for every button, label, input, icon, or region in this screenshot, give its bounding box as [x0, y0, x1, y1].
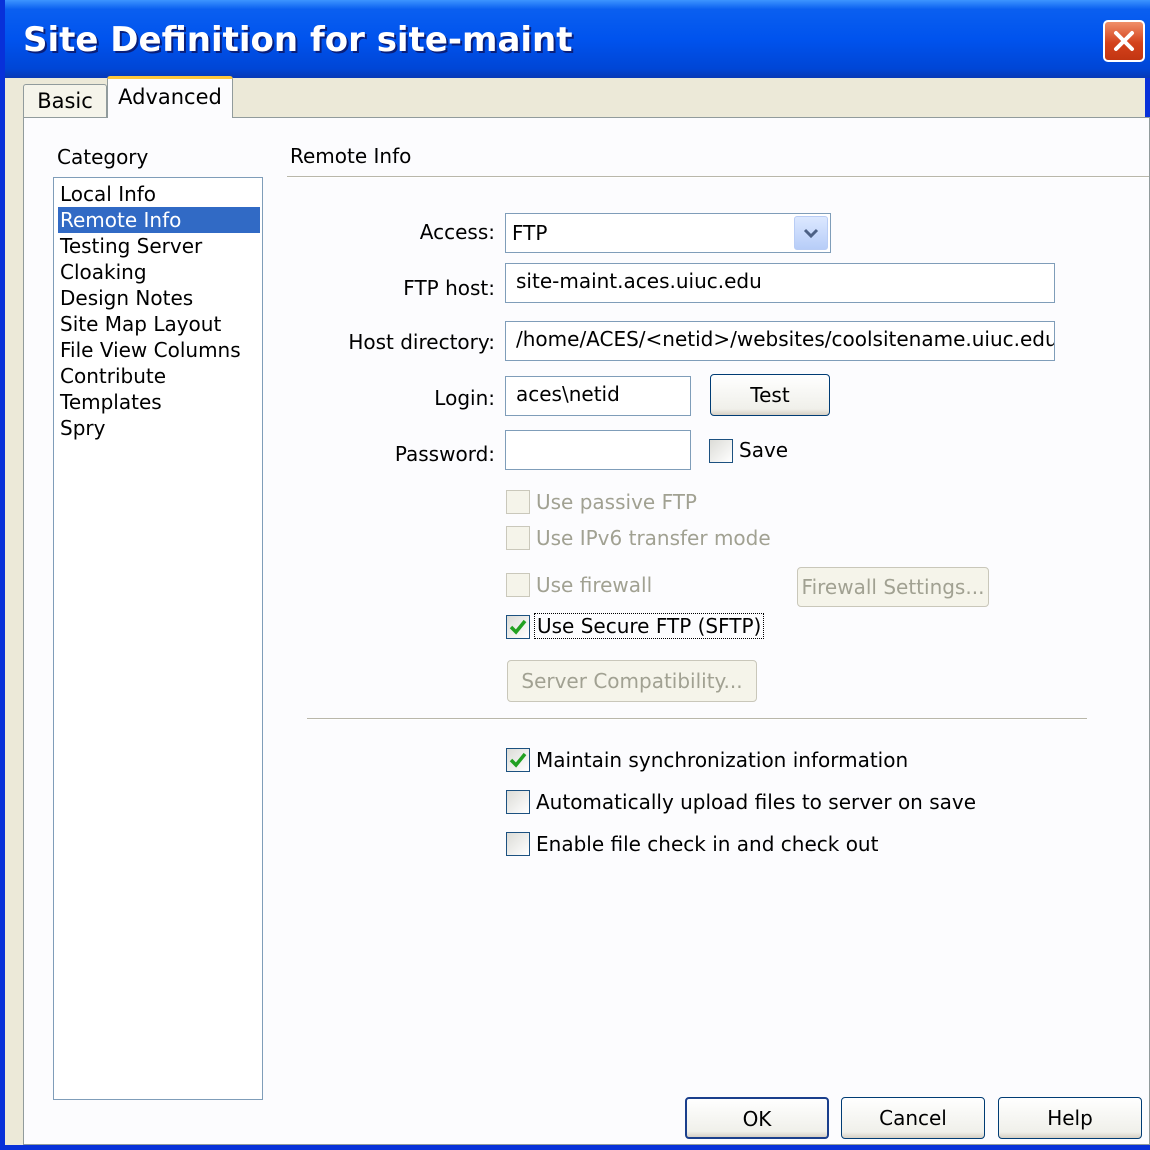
- category-item-testing-server[interactable]: Testing Server: [58, 233, 260, 259]
- category-heading: Category: [57, 145, 149, 169]
- host-directory-label: Host directory:: [348, 330, 495, 354]
- password-input[interactable]: [505, 430, 691, 470]
- ftp-host-label: FTP host:: [403, 276, 495, 300]
- passive-ftp-label: Use passive FTP: [536, 490, 697, 514]
- access-label: Access:: [419, 220, 495, 244]
- access-dropdown-button[interactable]: [794, 216, 828, 250]
- chevron-down-icon: [803, 228, 819, 239]
- passive-ftp-checkbox[interactable]: [506, 490, 530, 514]
- options-divider: [307, 718, 1087, 720]
- tab-advanced-label: Advanced: [118, 85, 222, 109]
- save-checkbox[interactable]: [709, 439, 733, 463]
- server-compatibility-button[interactable]: Server Compatibility...: [507, 660, 757, 702]
- category-item-templates[interactable]: Templates: [58, 389, 260, 415]
- access-select[interactable]: FTP: [505, 213, 831, 253]
- save-label: Save: [739, 438, 789, 462]
- test-button[interactable]: Test: [710, 374, 830, 416]
- password-label: Password:: [394, 442, 495, 466]
- ok-button[interactable]: OK: [685, 1097, 829, 1139]
- maintain-sync-label: Maintain synchronization information: [536, 748, 909, 772]
- firewall-settings-button[interactable]: Firewall Settings...: [797, 567, 989, 607]
- close-button[interactable]: [1103, 20, 1145, 62]
- site-definition-dialog: Site Definition for site-maint Basic Adv…: [0, 0, 1150, 1150]
- auto-upload-checkbox[interactable]: [506, 790, 530, 814]
- tab-advanced[interactable]: Advanced: [107, 76, 233, 118]
- category-item-remote-info[interactable]: Remote Info: [58, 207, 260, 233]
- access-selected-value: FTP: [512, 221, 548, 245]
- cancel-button[interactable]: Cancel: [841, 1097, 985, 1139]
- checkmark-icon: [509, 619, 527, 635]
- category-item-local-info[interactable]: Local Info: [58, 181, 260, 207]
- login-input[interactable]: aces\netid: [505, 376, 691, 416]
- firewall-checkbox[interactable]: [506, 573, 530, 597]
- title-bar[interactable]: Site Definition for site-maint: [5, 0, 1150, 78]
- section-divider: [287, 176, 1149, 178]
- maintain-sync-checkbox[interactable]: [506, 748, 530, 772]
- sftp-checkbox[interactable]: [506, 615, 530, 639]
- checkin-checkout-label: Enable file check in and check out: [536, 832, 879, 856]
- category-list[interactable]: Local Info Remote Info Testing Server Cl…: [53, 177, 263, 1100]
- sftp-label: Use Secure FTP (SFTP): [534, 613, 765, 639]
- category-item-site-map-layout[interactable]: Site Map Layout: [58, 311, 260, 337]
- ipv6-checkbox[interactable]: [506, 526, 530, 550]
- category-item-contribute[interactable]: Contribute: [58, 363, 260, 389]
- checkin-checkout-checkbox[interactable]: [506, 832, 530, 856]
- tab-basic[interactable]: Basic: [23, 84, 107, 118]
- window-title: Site Definition for site-maint: [23, 20, 573, 60]
- ftp-host-input[interactable]: site-maint.aces.uiuc.edu: [505, 263, 1055, 303]
- ipv6-label: Use IPv6 transfer mode: [536, 526, 771, 550]
- checkmark-icon: [509, 752, 527, 768]
- login-label: Login:: [434, 386, 495, 410]
- firewall-label: Use firewall: [536, 573, 653, 597]
- category-item-file-view-columns[interactable]: File View Columns: [58, 337, 260, 363]
- tab-basic-label: Basic: [37, 89, 93, 113]
- category-item-cloaking[interactable]: Cloaking: [58, 259, 260, 285]
- section-title: Remote Info: [290, 144, 412, 168]
- help-button[interactable]: Help: [998, 1097, 1142, 1139]
- category-item-design-notes[interactable]: Design Notes: [58, 285, 260, 311]
- auto-upload-label: Automatically upload files to server on …: [536, 790, 977, 814]
- category-item-spry[interactable]: Spry: [58, 415, 260, 441]
- host-directory-input[interactable]: /home/ACES/<netid>/websites/coolsitename…: [505, 321, 1055, 361]
- close-icon: [1114, 31, 1134, 51]
